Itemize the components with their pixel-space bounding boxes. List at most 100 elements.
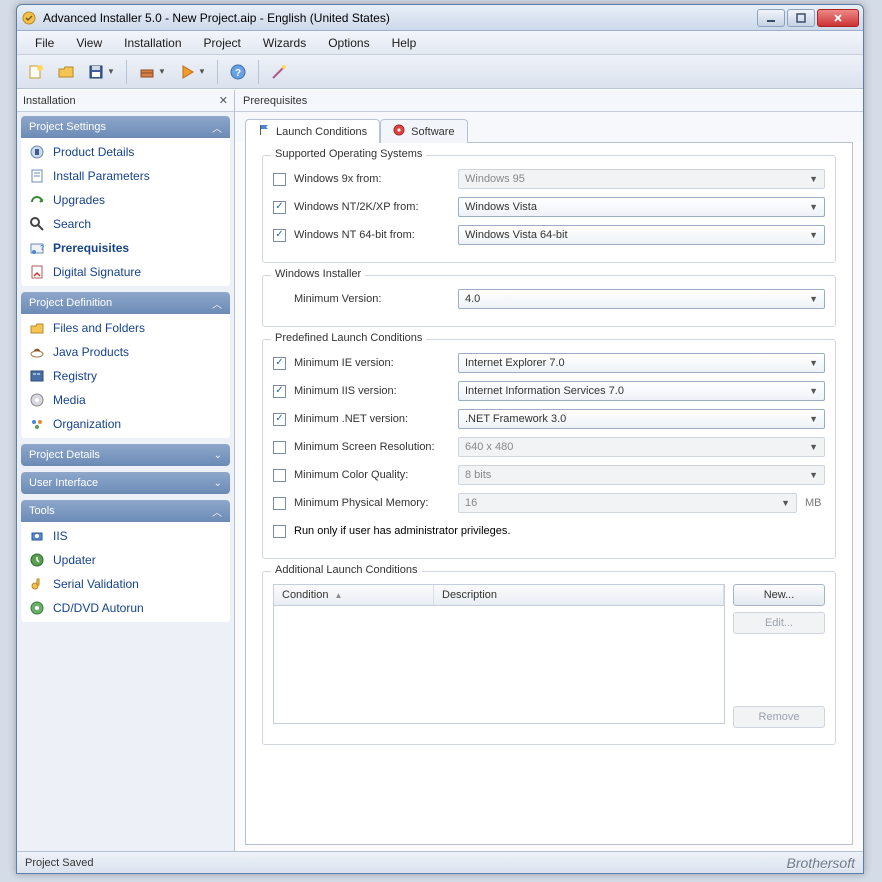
sidebar-item[interactable]: Registry (21, 364, 230, 388)
sidebar-item-icon (29, 392, 45, 408)
sidebar-item[interactable]: Java Products (21, 340, 230, 364)
sidebar-item[interactable]: Product Details (21, 140, 230, 164)
sort-asc-icon: ▲ (334, 591, 342, 600)
condition-dropdown[interactable]: Internet Explorer 7.0▼ (458, 353, 825, 373)
sidebar-item[interactable]: Updater (21, 548, 230, 572)
sidebar-item[interactable]: Media (21, 388, 230, 412)
condition-checkbox[interactable] (273, 497, 286, 510)
open-button[interactable] (53, 59, 79, 85)
main-title: Prerequisites (243, 95, 307, 107)
wand-button[interactable] (266, 59, 292, 85)
sidebar-item[interactable]: Organization (21, 412, 230, 436)
sidebar-item[interactable]: IIS (21, 524, 230, 548)
condition-checkbox[interactable] (273, 413, 286, 426)
flag-icon (258, 124, 270, 139)
sidebar-item[interactable]: Upgrades (21, 188, 230, 212)
sidebar-item-label: Prerequisites (53, 241, 129, 255)
branding-watermark: Brothersoft (787, 855, 855, 871)
dropdown-value: 4.0 (465, 293, 480, 305)
dropdown-value: 16 (465, 497, 477, 509)
os-label: Windows NT/2K/XP from: (294, 201, 450, 213)
sidebar-item-icon (29, 192, 45, 208)
chevron-icon: ︿ (212, 296, 222, 311)
sidebar-item[interactable]: Install Parameters (21, 164, 230, 188)
os-dropdown[interactable]: Windows Vista 64-bit▼ (458, 225, 825, 245)
build-button[interactable]: ▼ (134, 59, 170, 85)
sidebar-item-label: CD/DVD Autorun (53, 601, 144, 615)
sidebar-item-label: Search (53, 217, 91, 231)
menu-options[interactable]: Options (318, 33, 379, 53)
os-checkbox[interactable] (273, 229, 286, 242)
condition-dropdown[interactable]: Internet Information Services 7.0▼ (458, 381, 825, 401)
sidebar-item[interactable]: ?Prerequisites (21, 236, 230, 260)
admin-checkbox[interactable] (273, 525, 286, 538)
sidebar-item-icon (29, 320, 45, 336)
sidebar-item-icon (29, 144, 45, 160)
conditions-table[interactable]: Condition ▲ Description (273, 584, 725, 724)
min-version-dropdown[interactable]: 4.0 ▼ (458, 289, 825, 309)
chevron-down-icon: ▼ (809, 294, 818, 304)
col-description[interactable]: Description (434, 585, 724, 605)
condition-checkbox[interactable] (273, 441, 286, 454)
chevron-icon: ⌄ (214, 478, 222, 489)
condition-checkbox[interactable] (273, 469, 286, 482)
condition-checkbox[interactable] (273, 385, 286, 398)
unit-label: MB (805, 497, 825, 509)
condition-dropdown[interactable]: .NET Framework 3.0▼ (458, 409, 825, 429)
menu-project[interactable]: Project (194, 33, 251, 53)
menu-installation[interactable]: Installation (114, 33, 191, 53)
sidebar-item[interactable]: Serial Validation (21, 572, 230, 596)
condition-checkbox[interactable] (273, 357, 286, 370)
remove-condition-button[interactable]: Remove (733, 706, 825, 728)
chevron-down-icon: ▼ (809, 230, 818, 240)
chevron-icon: ︿ (212, 120, 222, 135)
group-legend: Additional Launch Conditions (271, 564, 422, 576)
tab-launch-conditions[interactable]: Launch Conditions (245, 119, 380, 143)
tab-software[interactable]: Software (380, 119, 467, 143)
maximize-button[interactable] (787, 9, 815, 27)
minimize-button[interactable] (757, 9, 785, 27)
save-button[interactable]: ▼ (83, 59, 119, 85)
sidebar-item[interactable]: Files and Folders (21, 316, 230, 340)
new-project-button[interactable] (23, 59, 49, 85)
sidebar-group-header[interactable]: User Interface ⌄ (21, 472, 230, 494)
menubar: File View Installation Project Wizards O… (17, 31, 863, 55)
sidebar-item[interactable]: Search (21, 212, 230, 236)
condition-label: Minimum IIS version: (294, 385, 450, 397)
sidebar-item-icon (29, 368, 45, 384)
sidebar-group-header[interactable]: Tools︿ (21, 500, 230, 522)
new-condition-button[interactable]: New... (733, 584, 825, 606)
sidebar-item-label: Serial Validation (53, 577, 139, 591)
sidebar-item-label: Media (53, 393, 86, 407)
status-text: Project Saved (25, 857, 93, 869)
sidebar-item-label: Install Parameters (53, 169, 150, 183)
col-condition[interactable]: Condition ▲ (274, 585, 434, 605)
menu-file[interactable]: File (25, 33, 64, 53)
dropdown-value: Internet Information Services 7.0 (465, 385, 624, 397)
edit-condition-button[interactable]: Edit... (733, 612, 825, 634)
side-panel: Installation ✕ Project Settings︿Product … (17, 90, 235, 851)
sidebar-group-title: User Interface (29, 477, 98, 489)
status-bar: Project Saved Brothersoft (17, 851, 863, 873)
sidebar-group-header[interactable]: Project Definition︿ (21, 292, 230, 314)
os-dropdown[interactable]: Windows Vista▼ (458, 197, 825, 217)
chevron-down-icon: ▼ (809, 414, 818, 424)
menu-view[interactable]: View (66, 33, 112, 53)
run-button[interactable]: ▼ (174, 59, 210, 85)
os-checkbox[interactable] (273, 173, 286, 186)
sidebar-group: Tools︿ IIS Updater Serial Validation CD/DVD … (21, 500, 230, 622)
sidebar-group-header[interactable]: Project Settings︿ (21, 116, 230, 138)
menu-wizards[interactable]: Wizards (253, 33, 316, 53)
dropdown-value: Windows Vista (465, 201, 537, 213)
side-panel-close-icon[interactable]: ✕ (219, 94, 228, 107)
sidebar-item[interactable]: Digital Signature (21, 260, 230, 284)
group-legend: Supported Operating Systems (271, 148, 426, 160)
menu-help[interactable]: Help (382, 33, 427, 53)
sidebar-item-label: IIS (53, 529, 68, 543)
os-checkbox[interactable] (273, 201, 286, 214)
sidebar-item[interactable]: CD/DVD Autorun (21, 596, 230, 620)
tab-bar: Launch Conditions Software (235, 112, 863, 142)
sidebar-group-header[interactable]: Project Details⌄ (21, 444, 230, 466)
help-toolbar-button[interactable]: ? (225, 59, 251, 85)
close-button[interactable] (817, 9, 859, 27)
